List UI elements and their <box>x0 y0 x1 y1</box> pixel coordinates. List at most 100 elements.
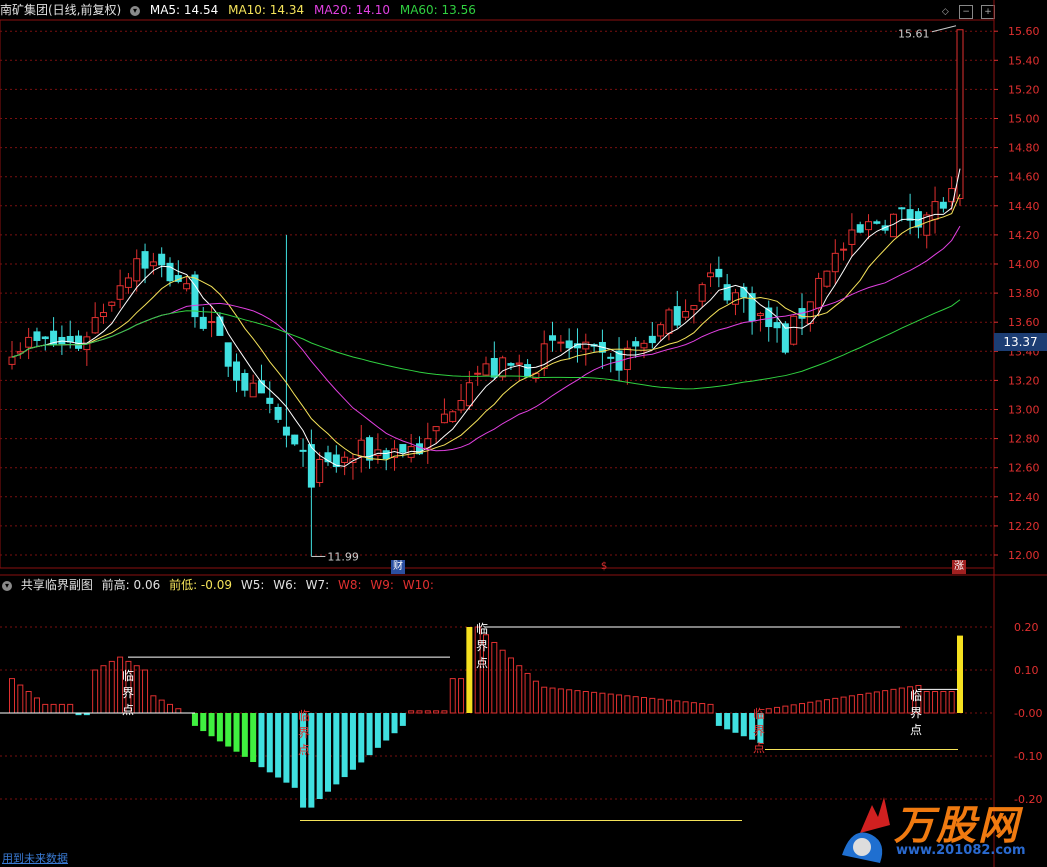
indicator-bar <box>848 695 855 714</box>
indicator-bar <box>541 686 548 714</box>
candle-body <box>316 458 324 483</box>
indicator-bar <box>25 691 32 714</box>
price-tick-label: 15.20 <box>1008 83 1040 96</box>
indicator-bar <box>649 697 656 714</box>
indicator-bar <box>516 665 523 714</box>
candle-body <box>8 356 16 365</box>
indicator-bar <box>275 713 282 778</box>
candle-body <box>25 336 33 348</box>
indicator-bar <box>250 713 257 763</box>
candle-body <box>515 362 523 365</box>
price-tick-label: 12.40 <box>1008 491 1040 504</box>
future-data-warning[interactable]: 用到未来数据 <box>2 850 68 866</box>
indicator-bar <box>690 702 697 714</box>
candle-body <box>299 449 307 452</box>
indicator-bar <box>133 665 140 714</box>
logo-url-text: www.201082.com <box>896 843 1026 858</box>
current-price-label: 13.37 <box>994 333 1047 351</box>
indicator-prev-high: 前高: 0.06 <box>101 578 161 592</box>
indicator-bar <box>158 699 165 714</box>
indicator-bar <box>616 694 623 714</box>
ma20-line <box>11 225 961 452</box>
ma10-line <box>11 194 961 461</box>
indicator-settings-icon[interactable]: ▾ <box>2 580 12 591</box>
indicator-w5: W5: <box>240 578 265 592</box>
candle-body <box>449 411 457 422</box>
critical-point-label-3-char: 界 <box>910 706 922 720</box>
critical-point-label-1-char: 界 <box>122 686 134 700</box>
candle-body <box>241 372 249 391</box>
price-tick-label: 12.20 <box>1008 520 1040 533</box>
candle-body <box>66 335 74 343</box>
indicator-bar <box>774 706 781 714</box>
critical-point-label-3-char: 点 <box>910 723 922 737</box>
indicator-bar <box>42 703 49 714</box>
candle-body <box>665 309 673 334</box>
indicator-bar <box>266 713 273 773</box>
brand-logo: 万股网 www.201082.com <box>832 785 1047 867</box>
indicator-bar <box>923 691 930 714</box>
candle-body <box>291 434 299 445</box>
indicator-bar <box>674 700 681 714</box>
indicator-bar <box>374 713 381 748</box>
price-tick-label: 15.00 <box>1008 113 1040 126</box>
indicator-bar <box>325 713 331 792</box>
candle-body <box>266 397 274 404</box>
indicator-bar <box>524 672 531 714</box>
critical-point-label-5-char: 界 <box>753 724 765 738</box>
indicator-bar <box>790 704 797 714</box>
indicator-bar <box>316 713 323 799</box>
candle-body <box>557 341 565 344</box>
price-tick-label: 14.00 <box>1008 258 1040 271</box>
indicator-bar <box>58 703 65 714</box>
indicator-bar <box>715 713 722 726</box>
candle-body <box>158 253 166 266</box>
candle-body <box>474 372 482 375</box>
indicator-bar <box>882 690 889 714</box>
candle-body <box>956 29 964 200</box>
candle-body <box>939 201 947 209</box>
price-tick-label: 15.40 <box>1008 54 1040 67</box>
price-tick-label: 13.00 <box>1008 404 1040 417</box>
indicator-bar <box>948 691 955 714</box>
event-limit-up-marker[interactable]: 涨 <box>952 560 966 574</box>
price-tick-label: 12.60 <box>1008 462 1040 475</box>
candle-body <box>108 301 116 306</box>
price-tick-label: 13.80 <box>1008 287 1040 300</box>
critical-point-label-3-char: 临 <box>910 689 922 703</box>
indicator-bar <box>258 713 265 768</box>
indicator-tick-label: -0.10 <box>1014 750 1042 763</box>
event-dividend-marker[interactable]: $ <box>597 560 611 574</box>
indicator-bar <box>341 713 348 778</box>
kline-chart[interactable]: 15.60 15.40 15.20 15.00 14.80 14.60 14.40 14.20… <box>0 0 1047 867</box>
indicator-bar <box>283 713 290 783</box>
candle-body <box>715 268 723 278</box>
indicator-bar <box>349 713 356 770</box>
indicator-bar <box>449 678 456 714</box>
indicator-bar <box>699 703 706 714</box>
indicator-bar <box>632 696 639 714</box>
indicator-bar <box>682 701 689 714</box>
price-tick-label: 12.80 <box>1008 433 1040 446</box>
candle-body <box>873 221 881 224</box>
candle-body <box>582 341 590 350</box>
indicator-bar <box>707 703 714 714</box>
indicator-bar <box>740 713 747 737</box>
indicator-bar <box>765 708 772 714</box>
indicator-bar <box>549 687 556 714</box>
indicator-bar <box>582 691 589 714</box>
event-finance-marker[interactable]: 财 <box>391 560 405 574</box>
price-tick-label: 14.40 <box>1008 200 1040 213</box>
candle-body <box>906 209 914 221</box>
candle-body <box>399 444 407 453</box>
candle-body <box>773 322 781 329</box>
high-marker-label: 15.61 <box>898 28 930 41</box>
indicator-title[interactable]: 共享临界副图 <box>21 578 93 592</box>
indicator-bar <box>807 701 814 714</box>
candle-body <box>673 306 681 326</box>
price-tick-label: 15.60 <box>1008 25 1040 38</box>
candle-body <box>731 292 739 305</box>
candle-body <box>133 258 141 282</box>
indicator-bar <box>799 703 805 714</box>
candle-body <box>657 324 665 337</box>
